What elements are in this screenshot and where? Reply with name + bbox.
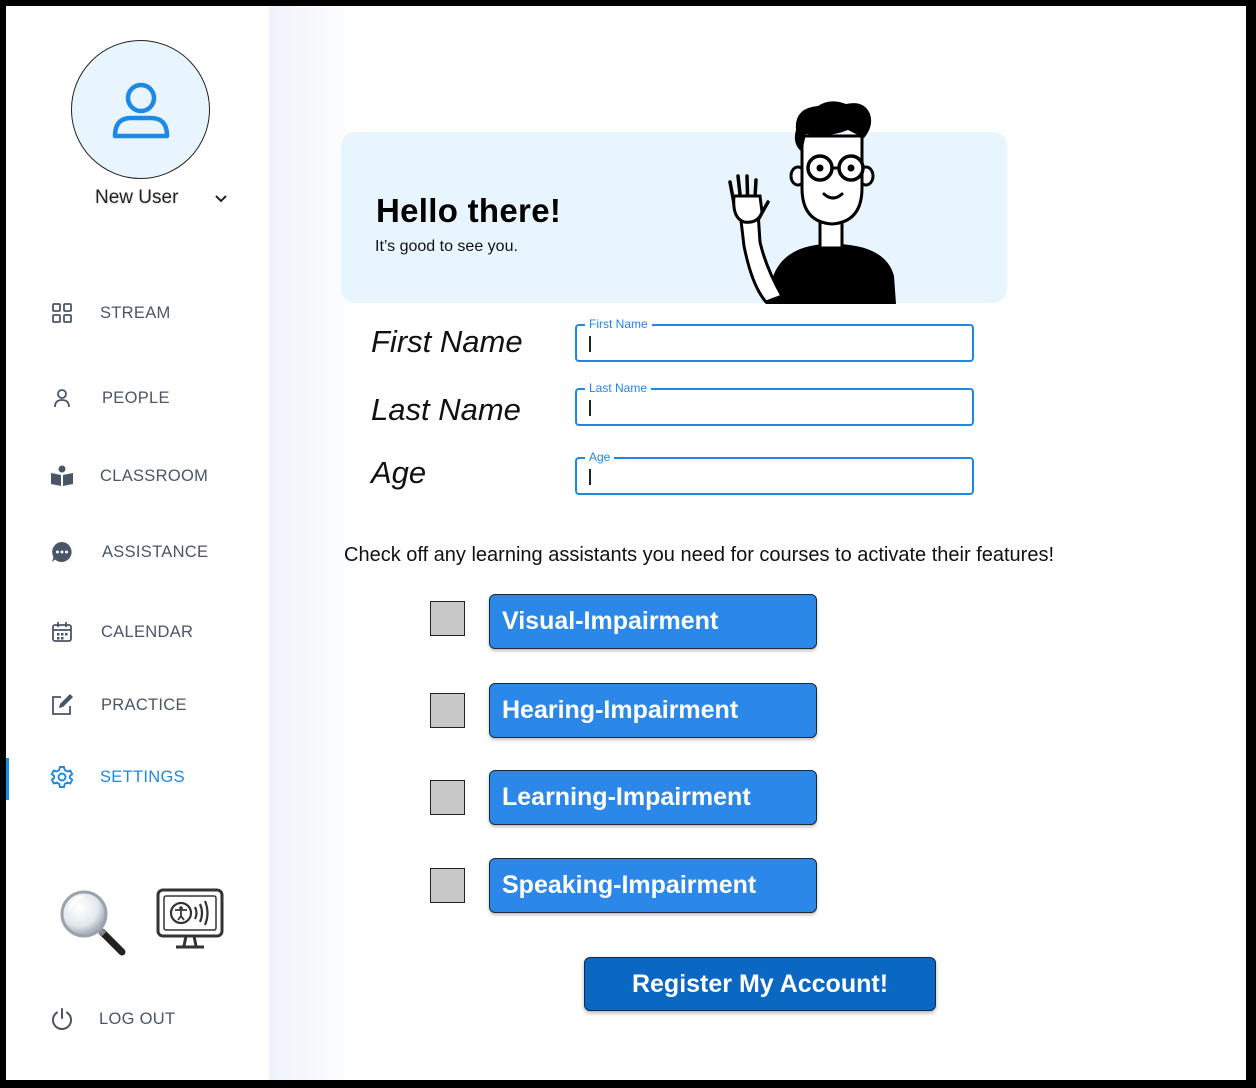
waving-character-illustration [728,101,896,304]
chat-bubble-icon [50,540,74,564]
speaking-impairment-checkbox[interactable] [430,868,465,903]
speaking-impairment-button[interactable]: Speaking-Impairment [489,858,817,913]
nav-item-calendar[interactable]: CALENDAR [6,612,269,652]
grid-icon [50,301,74,325]
age-field[interactable]: Age [575,450,974,495]
text-caret [589,336,591,352]
nav-label: ASSISTANCE [102,542,209,561]
nav-label: SETTINGS [100,767,185,786]
nav-item-settings[interactable]: SETTINGS [6,757,269,797]
assistants-instruction: Check off any learning assistants you ne… [344,544,1055,566]
visual-impairment-button[interactable]: Visual-Impairment [489,594,817,649]
logout-label: LOG OUT [99,1009,176,1028]
first-name-legend: First Name [585,317,652,331]
learning-impairment-checkbox[interactable] [430,780,465,815]
calendar-icon [50,620,74,644]
age-legend: Age [585,450,615,464]
user-icon [112,82,169,138]
text-caret [589,469,591,485]
register-button[interactable]: Register My Account! [584,957,936,1011]
nav-label: STREAM [100,303,171,322]
avatar[interactable] [71,40,210,179]
last-name-legend: Last Name [585,381,652,395]
nav-label: PRACTICE [101,695,187,714]
nav-item-practice[interactable]: PRACTICE [6,685,269,725]
nav-item-stream[interactable]: STREAM [6,293,269,333]
visual-impairment-checkbox[interactable] [430,601,465,636]
greeting-subtitle: It’s good to see you. [375,238,518,255]
accessibility-monitor-icon[interactable] [156,888,224,952]
age-label: Age [371,455,427,490]
nav-item-assistance[interactable]: ASSISTANCE [6,532,269,572]
power-icon [50,1007,74,1031]
first-name-field[interactable]: First Name [575,317,974,362]
magnifier-icon[interactable] [58,888,128,958]
edit-icon [50,693,74,717]
chevron-down-icon[interactable] [213,192,229,206]
hearing-impairment-button[interactable]: Hearing-Impairment [489,683,817,738]
last-name-field[interactable]: Last Name [575,381,974,426]
nav-label: CALENDAR [101,622,194,641]
learning-impairment-button[interactable]: Learning-Impairment [489,770,817,825]
sidebar: New User STREAM PEOPLE CLASSROOM ASSISTA… [6,6,269,1080]
person-icon [50,386,74,410]
logout-button[interactable]: LOG OUT [6,999,269,1039]
last-name-label: Last Name [371,392,521,427]
nav-label: PEOPLE [102,388,170,407]
nav-item-classroom[interactable]: CLASSROOM [6,456,269,496]
text-caret [589,400,591,416]
book-reader-icon [50,464,74,488]
gear-icon [50,765,74,789]
first-name-label: First Name [371,324,523,359]
nav-label: CLASSROOM [100,466,209,485]
nav-item-people[interactable]: PEOPLE [6,378,269,418]
app-window: New User STREAM PEOPLE CLASSROOM ASSISTA… [6,6,1246,1080]
hearing-impairment-checkbox[interactable] [430,693,465,728]
greeting-title: Hello there! [376,192,562,229]
user-name[interactable]: New User [95,187,178,209]
